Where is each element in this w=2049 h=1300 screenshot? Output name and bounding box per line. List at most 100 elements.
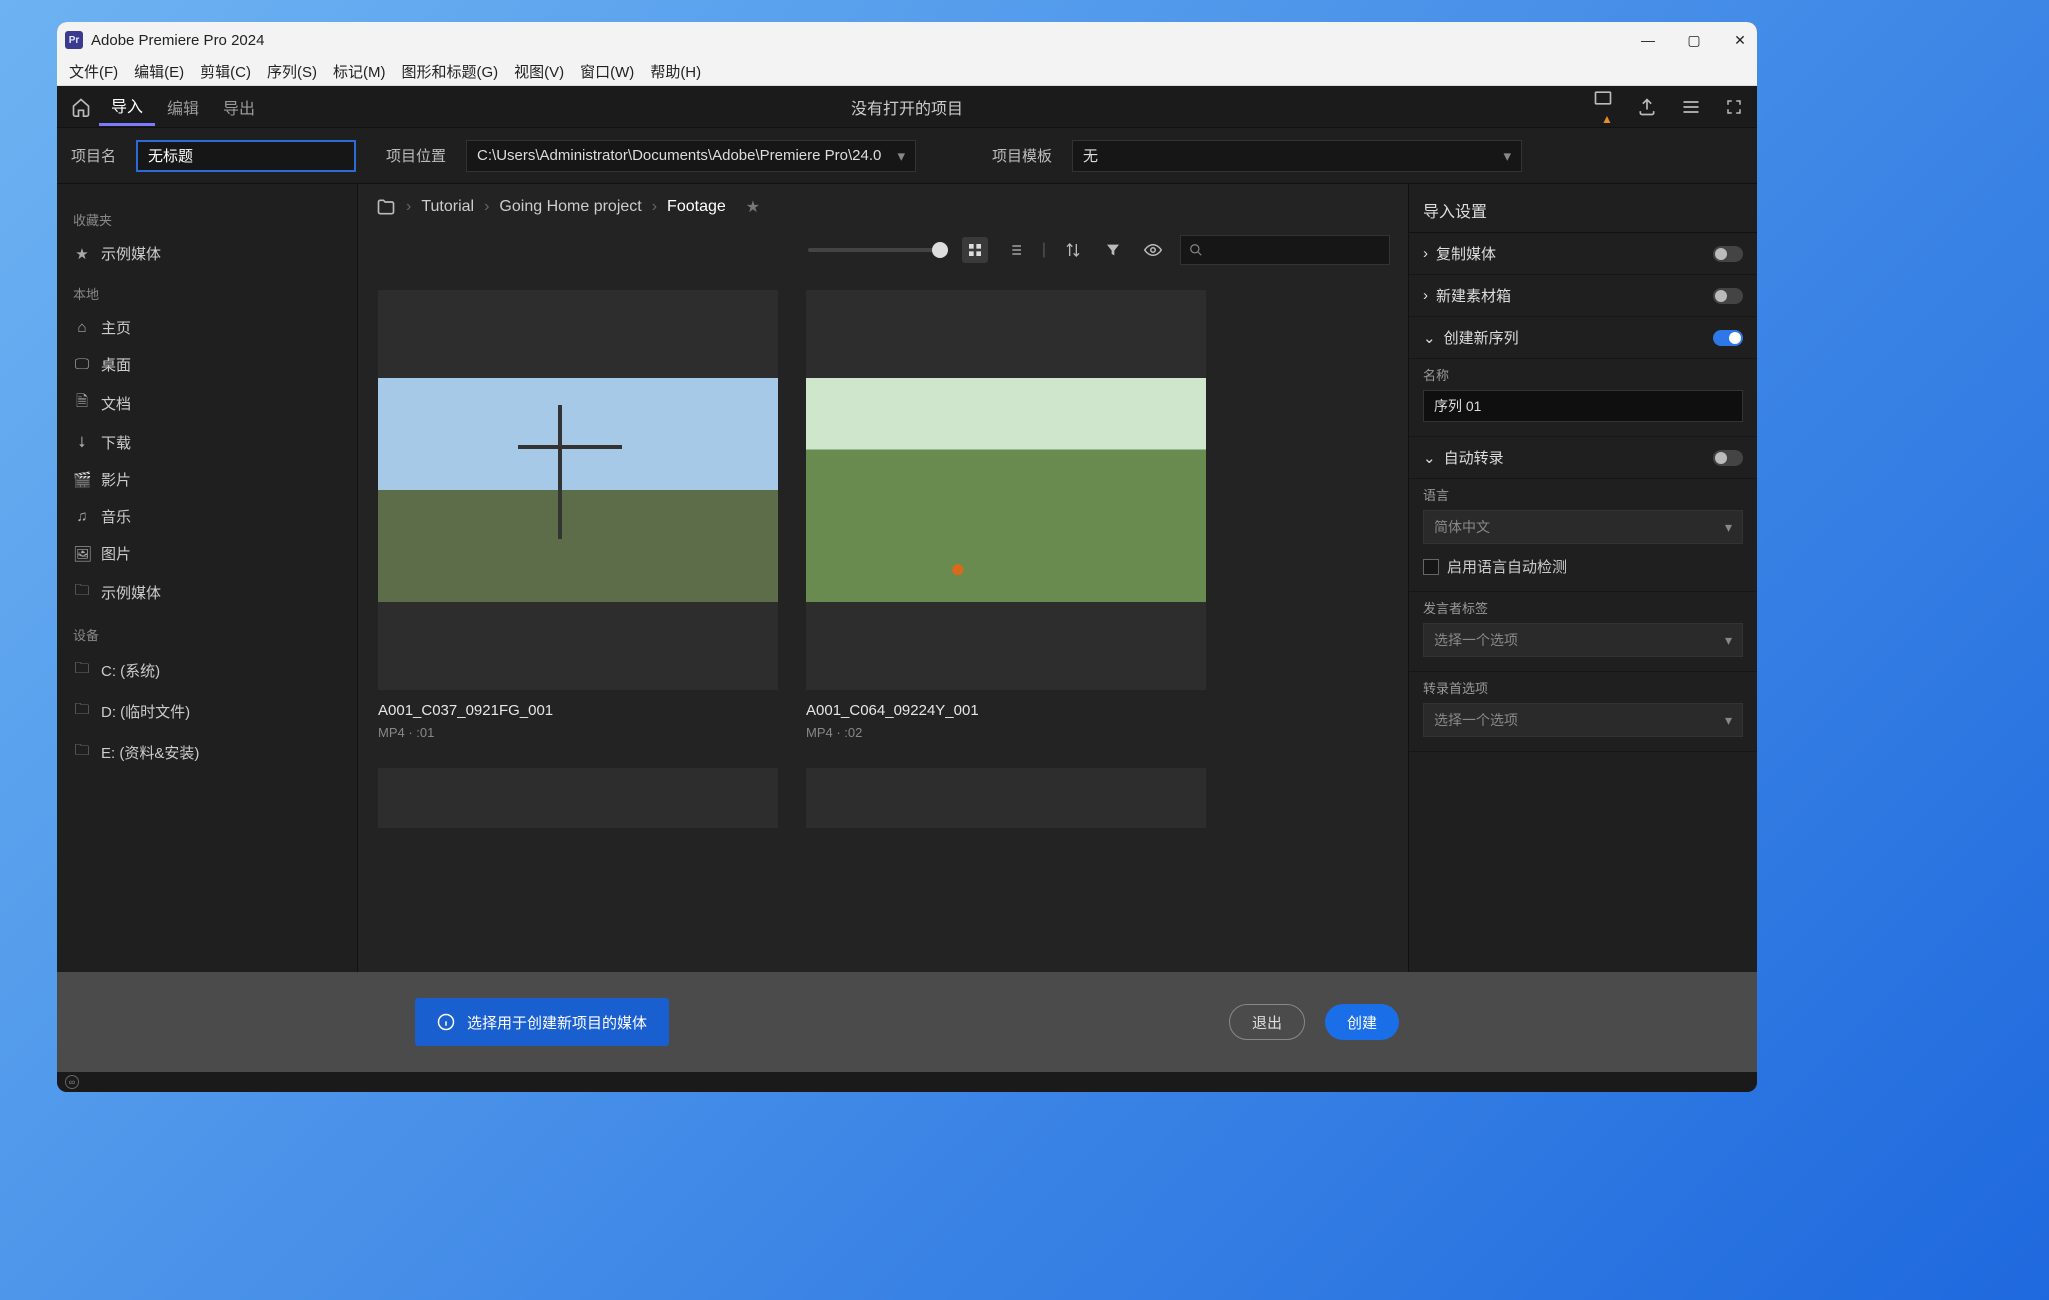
sequence-name-input[interactable]: [1423, 390, 1743, 422]
media-grid: A001_C037_0921FG_001 MP4 · :01 A001_C064…: [358, 270, 1408, 972]
auto-transcribe-row[interactable]: ⌄自动转录: [1409, 437, 1757, 479]
auto-detect-checkbox[interactable]: 启用语言自动检测: [1423, 556, 1743, 577]
thumbnail-image: [806, 378, 1206, 602]
menu-view[interactable]: 视图(V): [508, 59, 570, 84]
sidebar-item-pictures[interactable]: 🖼图片: [67, 535, 347, 572]
menu-window[interactable]: 窗口(W): [574, 59, 640, 84]
media-thumbnail[interactable]: [806, 768, 1206, 828]
sort-icon[interactable]: [1060, 237, 1086, 263]
menu-clip[interactable]: 剪辑(C): [194, 59, 257, 84]
list-view-icon[interactable]: [1002, 237, 1028, 263]
left-sidebar: 收藏夹 ★ 示例媒体 本地 ⌂主页 🖵桌面 🗎文档 ⭣下载 🎬影片 ♫音乐 🖼图…: [57, 184, 357, 972]
media-meta: MP4 · :01: [378, 725, 778, 740]
sidebar-item-sample-media-fav[interactable]: ★ 示例媒体: [67, 235, 347, 272]
statusbar: ∞: [57, 1072, 1757, 1092]
auto-transcribe-toggle[interactable]: [1713, 450, 1743, 466]
close-button[interactable]: ✕: [1731, 32, 1749, 49]
quick-export-icon[interactable]: ▲: [1593, 88, 1613, 126]
footer-bar: 选择用于创建新项目的媒体 退出 创建: [57, 972, 1757, 1072]
download-icon: ⭣: [73, 434, 91, 451]
media-thumbnail[interactable]: [378, 768, 778, 828]
breadcrumb-tutorial[interactable]: Tutorial: [421, 198, 474, 216]
create-button[interactable]: 创建: [1325, 1004, 1399, 1040]
app-window: Pr Adobe Premiere Pro 2024 ― ▢ ✕ 文件(F) 编…: [57, 22, 1757, 1092]
sidebar-item-desktop[interactable]: 🖵桌面: [67, 346, 347, 383]
info-message: 选择用于创建新项目的媒体: [415, 998, 669, 1046]
home-icon[interactable]: [71, 97, 91, 117]
devices-group-title: 设备: [73, 625, 341, 644]
media-item[interactable]: [378, 768, 778, 828]
panel-menu-icon[interactable]: [1681, 97, 1701, 117]
menu-markers[interactable]: 标记(M): [327, 59, 392, 84]
language-section: 语言 简体中文 启用语言自动检测: [1409, 479, 1757, 592]
speaker-value: 选择一个选项: [1434, 630, 1518, 650]
new-bin-row[interactable]: ›新建素材箱: [1409, 275, 1757, 317]
slider-knob[interactable]: [932, 242, 948, 258]
menu-graphics[interactable]: 图形和标题(G): [395, 59, 504, 84]
import-settings-panel: 导入设置 ›复制媒体 ›新建素材箱 ⌄创建新序列 名称 ⌄自动转录: [1409, 184, 1757, 972]
app-title: Adobe Premiere Pro 2024: [91, 32, 264, 49]
tab-import[interactable]: 导入: [99, 87, 155, 126]
favorite-star-icon[interactable]: ★: [746, 197, 760, 217]
new-sequence-toggle[interactable]: [1713, 330, 1743, 346]
document-icon: 🗎: [73, 391, 91, 416]
minimize-button[interactable]: ―: [1639, 32, 1657, 49]
tab-edit[interactable]: 编辑: [155, 89, 211, 125]
maximize-button[interactable]: ▢: [1685, 32, 1703, 49]
language-select[interactable]: 简体中文: [1423, 510, 1743, 544]
sidebar-item-videos[interactable]: 🎬影片: [67, 461, 347, 498]
menu-file[interactable]: 文件(F): [63, 59, 124, 84]
transcription-pref-section: 转录首选项 选择一个选项: [1409, 672, 1757, 752]
sidebar-item-label: 示例媒体: [101, 243, 161, 264]
transcription-pref-select[interactable]: 选择一个选项: [1423, 703, 1743, 737]
thumbnail-size-slider[interactable]: [808, 248, 948, 252]
sidebar-item-documents[interactable]: 🗎文档: [67, 383, 347, 424]
sidebar-item-drive-c[interactable]: 🗀C: (系统): [67, 650, 347, 691]
menu-sequence[interactable]: 序列(S): [261, 59, 323, 84]
sidebar-item-label: 下载: [101, 432, 131, 453]
creative-cloud-icon[interactable]: ∞: [65, 1075, 79, 1089]
media-item[interactable]: A001_C064_09224Y_001 MP4 · :02: [806, 290, 1206, 740]
project-template-select[interactable]: 无: [1072, 140, 1522, 172]
preview-icon[interactable]: [1140, 237, 1166, 263]
search-input[interactable]: [1180, 235, 1390, 265]
new-bin-toggle[interactable]: [1713, 288, 1743, 304]
media-thumbnail[interactable]: [806, 290, 1206, 690]
menu-edit[interactable]: 编辑(E): [128, 59, 190, 84]
sidebar-item-drive-e[interactable]: 🗀E: (资料&安装): [67, 732, 347, 773]
project-path-select[interactable]: C:\Users\Administrator\Documents\Adobe\P…: [466, 140, 916, 172]
media-thumbnail[interactable]: [378, 290, 778, 690]
copy-media-toggle[interactable]: [1713, 246, 1743, 262]
info-icon: [437, 1013, 455, 1031]
sidebar-item-music[interactable]: ♫音乐: [67, 498, 347, 535]
media-item[interactable]: [806, 768, 1206, 828]
checkbox-icon: [1423, 559, 1439, 575]
breadcrumb-sep: ›: [484, 198, 489, 216]
folder-icon[interactable]: [376, 197, 396, 217]
workspace-toolbar: 导入 编辑 导出 没有打开的项目 ▲: [57, 86, 1757, 128]
menu-help[interactable]: 帮助(H): [644, 59, 707, 84]
app-logo-icon: Pr: [65, 31, 83, 49]
sidebar-item-label: D: (临时文件): [101, 701, 190, 722]
transcription-pref-label: 转录首选项: [1423, 678, 1743, 697]
project-name-input[interactable]: [136, 140, 356, 172]
sidebar-item-home[interactable]: ⌂主页: [67, 309, 347, 346]
speaker-select[interactable]: 选择一个选项: [1423, 623, 1743, 657]
tab-export[interactable]: 导出: [211, 89, 267, 125]
copy-media-row[interactable]: ›复制媒体: [1409, 233, 1757, 275]
new-sequence-label: 创建新序列: [1444, 327, 1519, 348]
breadcrumb-project[interactable]: Going Home project: [499, 198, 641, 216]
media-item[interactable]: A001_C037_0921FG_001 MP4 · :01: [378, 290, 778, 740]
filter-icon[interactable]: [1100, 237, 1126, 263]
share-icon[interactable]: [1637, 97, 1657, 117]
sidebar-item-downloads[interactable]: ⭣ 下载: [67, 424, 347, 461]
grid-view-icon[interactable]: [962, 237, 988, 263]
media-meta: MP4 · :02: [806, 725, 1206, 740]
sidebar-item-drive-d[interactable]: 🗀D: (临时文件): [67, 691, 347, 732]
project-name-label: 项目名: [71, 145, 116, 166]
exit-button[interactable]: 退出: [1229, 1004, 1305, 1040]
fullscreen-icon[interactable]: [1725, 98, 1743, 116]
breadcrumb-footage[interactable]: Footage: [667, 198, 726, 216]
new-sequence-row[interactable]: ⌄创建新序列: [1409, 317, 1757, 359]
sidebar-item-sample-media[interactable]: 🗀示例媒体: [67, 572, 347, 613]
